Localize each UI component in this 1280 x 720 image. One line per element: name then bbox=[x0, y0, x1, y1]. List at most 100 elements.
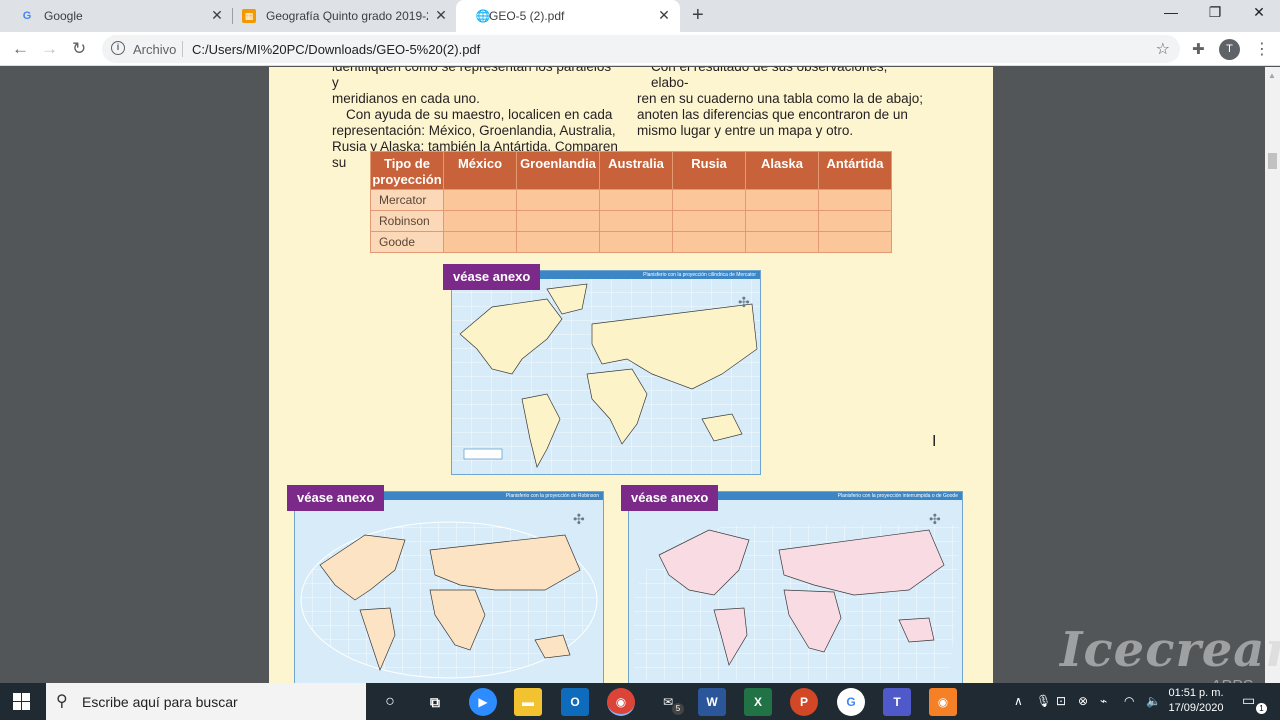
world-map-goode: ✣ bbox=[634, 512, 959, 680]
browser-toolbar: ← → ↻ i Archivo C:/Users/MI%20PC/Downloa… bbox=[0, 32, 1280, 66]
tab-strip: G Google ✕ ▦ Geografía Quinto grado 2019… bbox=[0, 0, 1280, 32]
icecream-recorder-icon[interactable]: ◉ bbox=[929, 688, 957, 716]
mercator-map: Planisferio con la proyección cilíndrica… bbox=[451, 270, 761, 475]
teams-icon[interactable]: T bbox=[883, 688, 911, 716]
tab-geografia[interactable]: ▦ Geografía Quinto grado 2019-20 ✕ bbox=[222, 0, 456, 32]
info-icon[interactable]: i bbox=[111, 41, 125, 55]
slides-icon: ▦ bbox=[242, 9, 256, 23]
clock-time: 01:51 p. m. bbox=[1168, 687, 1224, 699]
close-icon[interactable]: ✕ bbox=[433, 7, 449, 24]
close-window-button[interactable]: ✕ bbox=[1236, 4, 1280, 21]
windows-start-icon[interactable] bbox=[13, 693, 30, 710]
header-cell: Rusia bbox=[672, 151, 746, 190]
url-text[interactable]: C:/Users/MI%20PC/Downloads/GEO-5%20(2).p… bbox=[192, 42, 480, 57]
notification-count: 1 bbox=[1256, 703, 1267, 714]
restore-button[interactable]: ❐ bbox=[1192, 4, 1238, 21]
table-row: Robinson bbox=[370, 210, 892, 232]
word-icon[interactable]: W bbox=[698, 688, 726, 716]
reload-button[interactable]: ↻ bbox=[72, 39, 86, 59]
text-cursor-icon: I bbox=[932, 433, 937, 450]
profile-avatar[interactable]: T bbox=[1219, 39, 1240, 60]
vease-anexo-badge: véase anexo bbox=[443, 264, 541, 290]
header-cell: Australia bbox=[599, 151, 673, 190]
google-icon: G bbox=[22, 10, 32, 22]
taskbar-search-box[interactable]: ⚲ Escribe aquí para buscar bbox=[46, 683, 366, 720]
header-cell: Alaska bbox=[745, 151, 819, 190]
right-text-column: Con el resultado de sus observaciones, e… bbox=[637, 67, 927, 139]
svg-text:✣: ✣ bbox=[573, 512, 585, 528]
tab-title: Geografía Quinto grado 2019-20 bbox=[266, 9, 428, 23]
text-line: Con ayuda de su maestro, localicen en ca… bbox=[346, 107, 613, 122]
text-line: ren en su cuaderno una tabla como la de … bbox=[637, 91, 923, 106]
microphone-icon[interactable]: 🎙 bbox=[1036, 694, 1051, 708]
system-clock[interactable]: 01:51 p. m. 17/09/2020 bbox=[1162, 686, 1230, 716]
pdf-page: identifiquen cómo se representan los par… bbox=[269, 67, 993, 683]
header-cell: Antártida bbox=[818, 151, 892, 190]
text-line: meridianos en cada uno. bbox=[332, 91, 480, 106]
table-header-row: Tipo de proyección México Groenlandia Au… bbox=[370, 151, 892, 190]
svg-text:✣: ✣ bbox=[738, 295, 750, 311]
svg-text:✣: ✣ bbox=[929, 512, 941, 528]
icecream-watermark: Icecream bbox=[1060, 622, 1280, 678]
table-row: Mercator bbox=[370, 189, 892, 211]
tab-title: GEO-5 (2).pdf bbox=[489, 9, 565, 23]
scheme-label: Archivo bbox=[133, 42, 177, 57]
wifi-icon[interactable]: ◠ bbox=[1124, 694, 1134, 708]
close-icon[interactable]: ✕ bbox=[656, 7, 672, 24]
tab-title: Google bbox=[44, 9, 83, 23]
new-tab-button[interactable]: + bbox=[692, 4, 704, 27]
text-line: mismo lugar y entre un mapa y otro. bbox=[637, 123, 854, 138]
tab-google[interactable]: G Google ✕ bbox=[0, 0, 232, 32]
menu-kebab-icon[interactable]: ⋮ bbox=[1254, 39, 1270, 59]
row-label: Goode bbox=[370, 231, 444, 253]
recording-icon[interactable]: ⊗ bbox=[1078, 694, 1088, 708]
clock-date: 17/09/2020 bbox=[1168, 702, 1224, 714]
minimize-button[interactable]: — bbox=[1148, 4, 1194, 20]
row-label: Mercator bbox=[370, 189, 444, 211]
powerpoint-icon[interactable]: P bbox=[790, 688, 818, 716]
address-bar[interactable]: i Archivo C:/Users/MI%20PC/Downloads/GEO… bbox=[102, 35, 1180, 63]
notifications-icon[interactable]: ▭ bbox=[1242, 692, 1255, 709]
task-view-icon[interactable]: ⧉ bbox=[421, 688, 449, 716]
bookmark-star-icon[interactable]: ☆ bbox=[1156, 39, 1170, 59]
header-cell: México bbox=[443, 151, 517, 190]
search-placeholder: Escribe aquí para buscar bbox=[82, 694, 238, 710]
divider bbox=[182, 41, 183, 57]
tab-geo-pdf[interactable]: 🌐 GEO-5 (2).pdf ✕ bbox=[456, 0, 680, 32]
vease-anexo-badge: véase anexo bbox=[621, 485, 719, 511]
windows-taskbar: ⚲ Escribe aquí para buscar ○ ⧉ ▶ ▬ O ◉ ✉… bbox=[0, 683, 1280, 720]
table-row: Goode bbox=[370, 231, 892, 253]
pdf-viewer[interactable]: identifiquen cómo se representan los par… bbox=[0, 67, 1265, 683]
chrome-icon[interactable]: ◉ bbox=[607, 688, 635, 716]
outlook-icon[interactable]: O bbox=[561, 688, 589, 716]
google-chrome-alt-icon[interactable]: G bbox=[837, 688, 865, 716]
text-line: Con el resultado de sus observaciones, e… bbox=[651, 67, 887, 90]
mail-badge: 5 bbox=[672, 703, 684, 715]
vease-anexo-badge: véase anexo bbox=[287, 485, 385, 511]
scroll-thumb[interactable] bbox=[1268, 153, 1277, 169]
scroll-up-icon[interactable]: ▲ bbox=[1268, 71, 1276, 80]
camera-icon[interactable]: ⊡ bbox=[1056, 694, 1066, 708]
tray-chevron-icon[interactable]: ∧ bbox=[1014, 694, 1023, 708]
header-cell: Groenlandia bbox=[516, 151, 600, 190]
vertical-scrollbar[interactable]: ▲ bbox=[1265, 67, 1280, 683]
world-map-robinson: ✣ bbox=[300, 512, 598, 679]
file-explorer-icon[interactable]: ▬ bbox=[514, 688, 542, 716]
zoom-icon[interactable]: ▶ bbox=[469, 688, 497, 716]
excel-icon[interactable]: X bbox=[744, 688, 772, 716]
cortana-icon[interactable]: ○ bbox=[376, 688, 404, 716]
row-label: Robinson bbox=[370, 210, 444, 232]
volume-icon[interactable]: 🔈 bbox=[1146, 694, 1161, 708]
goode-map: Planisferio con la proyección interrumpi… bbox=[628, 491, 963, 683]
forward-button[interactable]: → bbox=[41, 39, 58, 59]
text-line: identifiquen cómo se representan los par… bbox=[332, 67, 611, 90]
comparison-table: Tipo de proyección México Groenlandia Au… bbox=[370, 151, 892, 253]
extensions-puzzle-icon[interactable]: ✚ bbox=[1192, 40, 1205, 58]
globe-icon: 🌐 bbox=[475, 9, 491, 23]
text-line: anoten las diferencias que encontraron d… bbox=[637, 107, 908, 122]
robinson-map: Planisferio con la proyección de Robinso… bbox=[294, 491, 604, 683]
header-cell: Tipo de proyección bbox=[370, 151, 444, 190]
world-map-mercator: ✣ bbox=[452, 279, 760, 474]
back-button[interactable]: ← bbox=[12, 39, 29, 59]
power-icon[interactable]: ⌁ bbox=[1100, 694, 1107, 708]
